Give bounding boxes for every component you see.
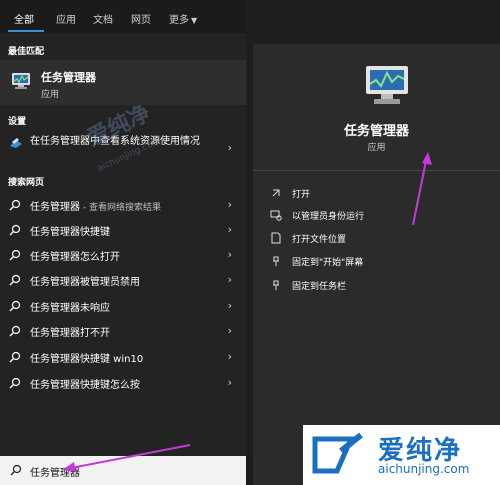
annotation-arrows <box>62 152 432 472</box>
annotation-arrow <box>412 155 428 226</box>
annotation-arrow-head <box>62 462 76 472</box>
annotation-arrow <box>65 444 191 470</box>
annotation-arrow-head <box>422 152 432 165</box>
